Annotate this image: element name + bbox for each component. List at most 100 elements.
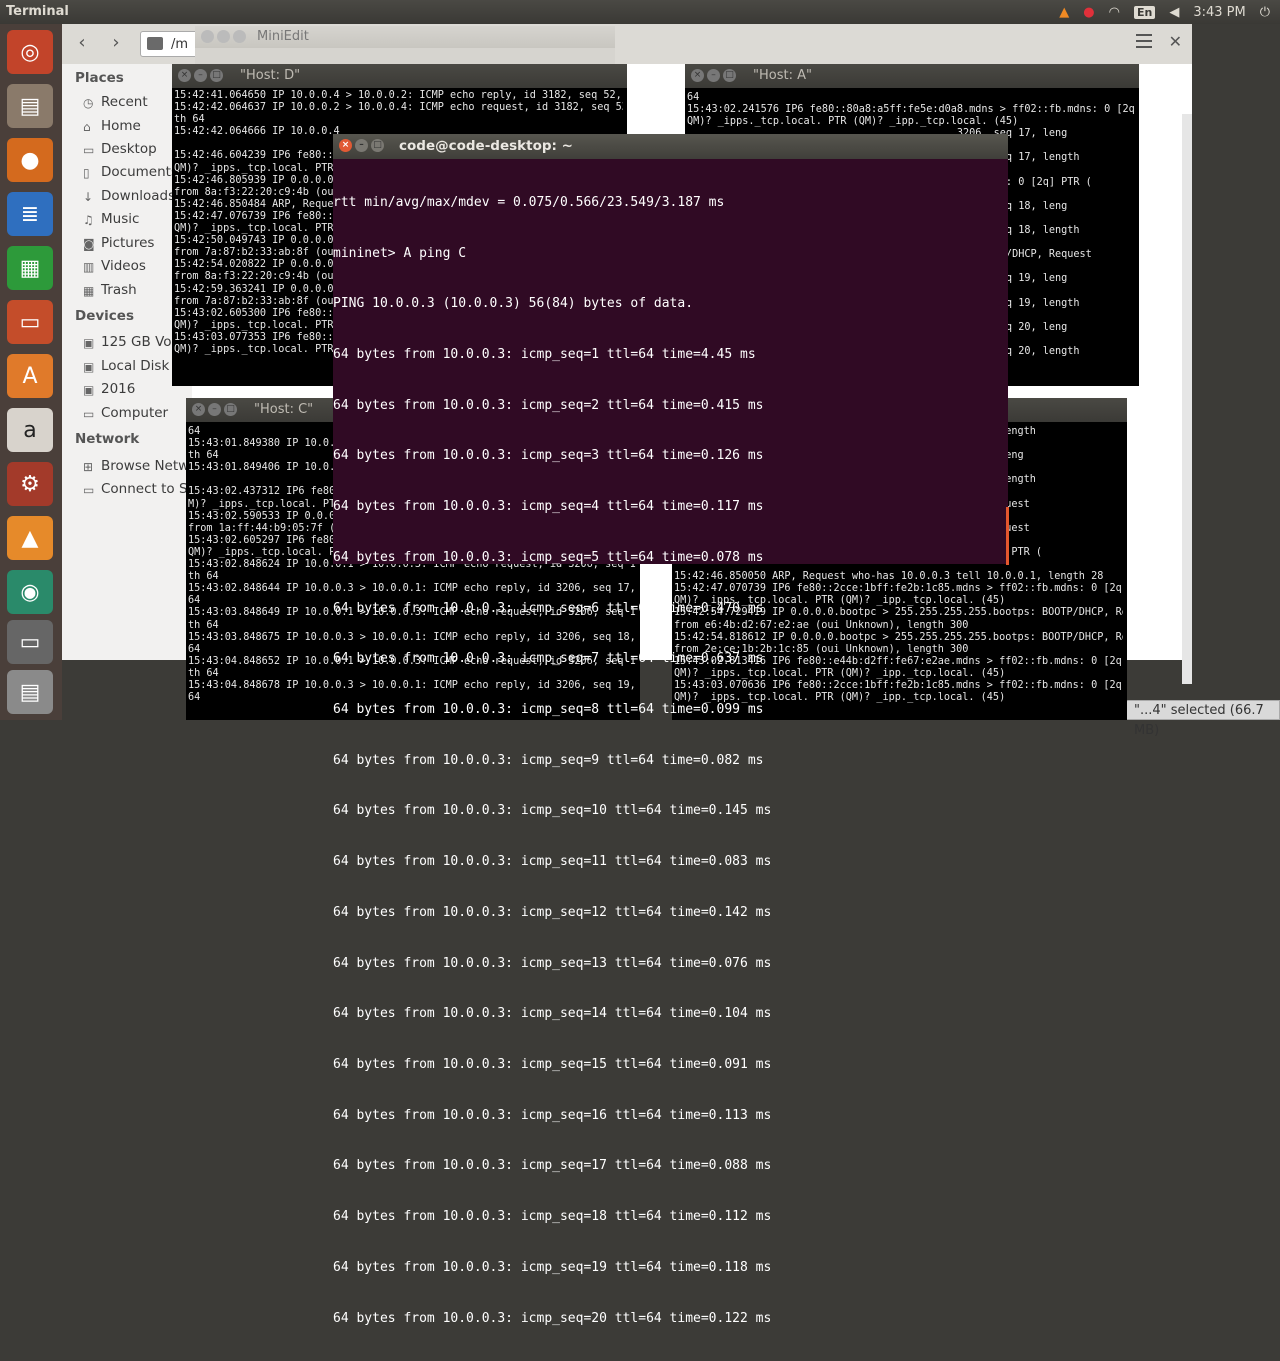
terminal-line: rtt min/avg/max/mdev = 0.075/0.566/23.54… — [333, 194, 725, 210]
scrollbar[interactable] — [1182, 114, 1192, 684]
sidebar-item-connect-server[interactable]: ▭Connect to Server — [83, 481, 193, 497]
camera-icon: ◙ — [83, 237, 95, 251]
network-heading: Network — [75, 431, 140, 447]
terminal-line: 64 bytes from 10.0.0.3: icmp_seq=9 ttl=6… — [333, 752, 764, 768]
miniedit-titlebar[interactable]: MiniEdit — [195, 26, 615, 48]
calc-icon[interactable]: ▦ — [7, 246, 53, 290]
terminal-output[interactable]: rtt min/avg/max/mdev = 0.075/0.566/23.54… — [333, 161, 1008, 1361]
terminal-line: 64 bytes from 10.0.0.3: icmp_seq=12 ttl=… — [333, 904, 772, 920]
music-icon: ♫ — [83, 213, 94, 227]
minimize-icon[interactable]: – — [355, 139, 368, 152]
terminal-line: 64 bytes from 10.0.0.3: icmp_seq=4 ttl=6… — [333, 499, 764, 515]
computer-icon: ▭ — [83, 407, 95, 421]
sidebar-item-computer[interactable]: ▭ Computer — [83, 405, 193, 421]
launcher: ◎ ▤ ● ≣ ▦ ▭ A a ⚙ ▲ ◉ ▭ ▤ — [0, 24, 62, 720]
vlc-icon[interactable]: ▲ — [7, 516, 53, 560]
miniedit-window[interactable]: MiniEdit — [195, 26, 615, 66]
film-icon: ▥ — [83, 260, 95, 274]
clock[interactable]: 3:43 PM — [1193, 5, 1245, 20]
maximize-icon[interactable]: □ — [723, 69, 736, 82]
window-controls — [201, 30, 246, 43]
vlc-tray-icon[interactable]: ▲ — [1059, 5, 1069, 20]
terminal-line: 64 bytes from 10.0.0.3: icmp_seq=19 ttl=… — [333, 1259, 772, 1275]
desktop-icon: ▭ — [83, 143, 95, 157]
terminal-line: 64 bytes from 10.0.0.3: icmp_seq=16 ttl=… — [333, 1107, 772, 1123]
window-edge-highlight — [1006, 507, 1009, 565]
main-terminal-window[interactable]: × – □ code@code-desktop: ~ rtt min/avg/m… — [333, 134, 1008, 1326]
terminal-line: 64 bytes from 10.0.0.3: icmp_seq=14 ttl=… — [333, 1006, 772, 1022]
globe-icon[interactable]: ◉ — [7, 570, 53, 614]
firefox-icon[interactable]: ● — [7, 138, 53, 182]
close-icon[interactable]: × — [691, 69, 704, 82]
close-icon[interactable]: × — [339, 139, 352, 152]
maximize-icon[interactable] — [233, 30, 246, 43]
printer-icon[interactable]: ▤ — [7, 670, 53, 714]
drive-icon: ▣ — [83, 360, 95, 374]
minimize-icon[interactable]: – — [194, 69, 207, 82]
writer-icon[interactable]: ≣ — [7, 192, 53, 236]
active-app-title: Terminal — [6, 4, 69, 19]
minimize-icon[interactable]: – — [707, 69, 720, 82]
back-button[interactable]: ‹ — [70, 32, 94, 56]
folder-icon — [147, 37, 163, 50]
download-icon: ↓ — [83, 190, 94, 204]
window-controls: × – □ — [339, 139, 384, 152]
volume-icon[interactable]: ◀ — [1169, 5, 1179, 20]
selection-status: "...4" selected (66.7 MB) — [1125, 700, 1280, 738]
document-icon: ▯ — [83, 166, 90, 180]
host-d-titlebar[interactable]: × – □ "Host: D" — [172, 64, 627, 88]
terminal-line: 64 bytes from 10.0.0.3: icmp_seq=10 ttl=… — [333, 803, 772, 819]
minimize-icon[interactable]: – — [208, 403, 221, 416]
record-icon[interactable]: ● — [1083, 5, 1094, 20]
host-a-title: "Host: A" — [753, 68, 812, 83]
terminal-line: 64 bytes from 10.0.0.3: icmp_seq=15 ttl=… — [333, 1057, 772, 1073]
terminal-line: 64 bytes from 10.0.0.3: icmp_seq=6 ttl=6… — [333, 600, 764, 616]
sidebar-item-browse-network[interactable]: ⊞Browse Network — [83, 458, 193, 474]
drive-icon: ▣ — [83, 383, 95, 397]
server-icon: ▭ — [83, 483, 95, 497]
system-tray: ▲ ● ◠ En ◀ 3:43 PM ⏻ — [1059, 0, 1270, 24]
places-heading: Places — [75, 70, 124, 86]
keyboard-layout[interactable]: En — [1133, 5, 1156, 19]
nav-buttons: ‹ › — [70, 32, 128, 56]
devices-heading: Devices — [75, 308, 134, 324]
terminal-line: PING 10.0.0.3 (10.0.0.3) 56(84) bytes of… — [333, 296, 694, 312]
power-icon[interactable]: ⏻ — [1260, 5, 1270, 20]
maximize-icon[interactable]: □ — [210, 69, 223, 82]
terminal-line: 64 bytes from 10.0.0.3: icmp_seq=20 ttl=… — [333, 1310, 772, 1326]
miniedit-title: MiniEdit — [257, 29, 309, 44]
maximize-icon[interactable]: □ — [224, 403, 237, 416]
minimize-icon[interactable] — [217, 30, 230, 43]
wifi-icon[interactable]: ◠ — [1109, 5, 1120, 20]
terminal-line: 64 bytes from 10.0.0.3: icmp_seq=5 ttl=6… — [333, 549, 764, 565]
maximize-icon[interactable]: □ — [371, 139, 384, 152]
window-controls: × – □ — [691, 69, 736, 82]
host-c-title: "Host: C" — [254, 402, 314, 417]
forward-button[interactable]: › — [104, 32, 128, 56]
terminal-line: 64 bytes from 10.0.0.3: icmp_seq=18 ttl=… — [333, 1209, 772, 1225]
files-icon[interactable]: ▤ — [7, 84, 53, 128]
home-icon: ⌂ — [83, 120, 91, 134]
terminal-line: 64 bytes from 10.0.0.3: icmp_seq=1 ttl=6… — [333, 346, 756, 362]
close-icon[interactable]: ✕ — [1169, 32, 1182, 51]
drive-icon: ▣ — [83, 336, 95, 350]
settings-icon[interactable]: ⚙ — [7, 462, 53, 506]
close-icon[interactable]: × — [192, 403, 205, 416]
software-center-icon[interactable]: A — [7, 354, 53, 398]
clock-icon: ◷ — [83, 96, 94, 110]
window-controls: × – □ — [192, 403, 237, 416]
main-terminal-title: code@code-desktop: ~ — [399, 138, 573, 154]
top-panel: Terminal ▲ ● ◠ En ◀ 3:43 PM ⏻ — [0, 0, 1280, 24]
host-a-titlebar[interactable]: × – □ "Host: A" — [685, 64, 1139, 88]
menu-icon[interactable] — [1136, 34, 1152, 48]
amazon-icon[interactable]: a — [7, 408, 53, 452]
window-controls: × – □ — [178, 69, 223, 82]
ubuntu-dash-icon[interactable]: ◎ — [7, 30, 53, 74]
trash-icon: ▦ — [83, 284, 95, 298]
close-icon[interactable] — [201, 30, 214, 43]
impress-icon[interactable]: ▭ — [7, 300, 53, 344]
terminal-icon[interactable]: ▭ — [7, 620, 53, 664]
close-icon[interactable]: × — [178, 69, 191, 82]
terminal-line: 64 bytes from 10.0.0.3: icmp_seq=17 ttl=… — [333, 1158, 772, 1174]
main-terminal-titlebar[interactable]: × – □ code@code-desktop: ~ — [333, 134, 1008, 159]
